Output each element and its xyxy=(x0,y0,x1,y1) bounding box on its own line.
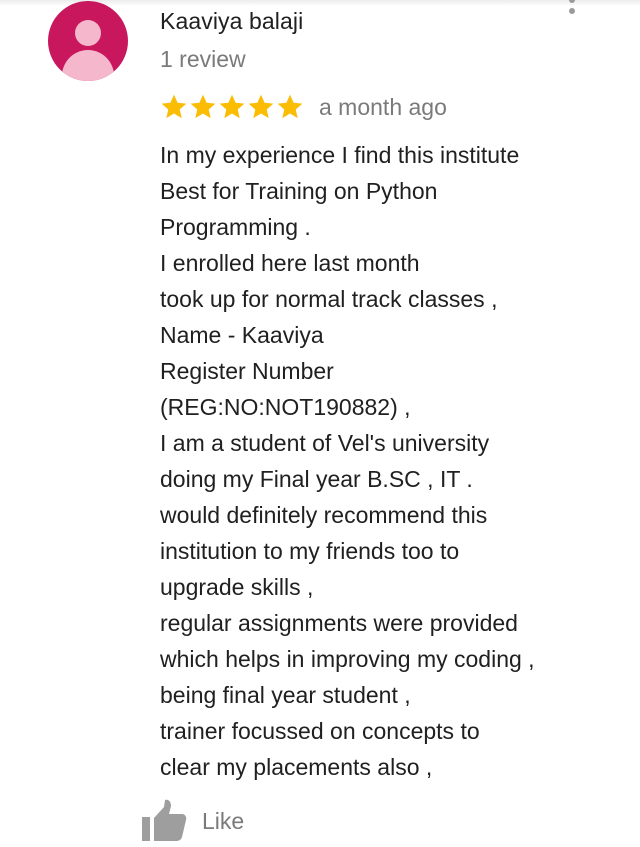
review-text-line: I am a student of Vel's university xyxy=(160,430,490,456)
review-text-line: being final year student , xyxy=(160,682,411,708)
review-text-line: Best for Training on Python xyxy=(160,178,438,204)
star-rating xyxy=(160,93,304,121)
review-text-line: regular assignments were provided xyxy=(160,610,518,636)
review-text-line: would definitely recommend this xyxy=(160,502,488,528)
star-icon xyxy=(277,94,303,119)
review-text-line: doing my Final year B.SC , IT . xyxy=(160,466,473,492)
review-text-line: (REG:NO:NOT190882) , xyxy=(160,394,411,420)
review-text: In my experience I find this institute Be… xyxy=(160,137,630,785)
like-label: Like xyxy=(202,807,245,834)
review-text-line: clear my placements also , xyxy=(160,754,433,780)
reviewer-review-count: 1 review xyxy=(160,46,246,72)
review-text-line: took up for normal track classes , xyxy=(160,286,498,312)
review-text-line: Programming . xyxy=(160,214,311,240)
star-icon xyxy=(190,94,216,119)
thumbs-up-icon xyxy=(142,799,187,841)
like-button[interactable]: Like xyxy=(140,796,244,846)
review-text-line: institution to my friends too to xyxy=(160,538,460,564)
person-icon-body xyxy=(62,50,114,81)
review-text-line: Register Number xyxy=(160,358,334,384)
review-text-line: trainer focussed on concepts to xyxy=(160,718,480,744)
person-icon-head xyxy=(75,20,101,46)
rating-row: a month ago xyxy=(160,90,447,124)
review-date: a month ago xyxy=(319,93,447,120)
review-text-line: I enrolled here last month xyxy=(160,250,420,276)
review-text-line: upgrade skills , xyxy=(160,574,314,600)
star-icon xyxy=(161,94,187,119)
review-text-line: Name - Kaaviya xyxy=(160,322,324,348)
avatar[interactable] xyxy=(48,1,128,81)
star-icon xyxy=(219,94,245,119)
review-text-line: In my experience I find this institute xyxy=(160,142,520,168)
review-text-line: which helps in improving my coding , xyxy=(160,646,535,672)
more-vertical-icon[interactable] xyxy=(560,0,584,22)
star-icon xyxy=(248,94,274,119)
reviewer-name[interactable]: Kaaviya balaji xyxy=(160,8,303,35)
